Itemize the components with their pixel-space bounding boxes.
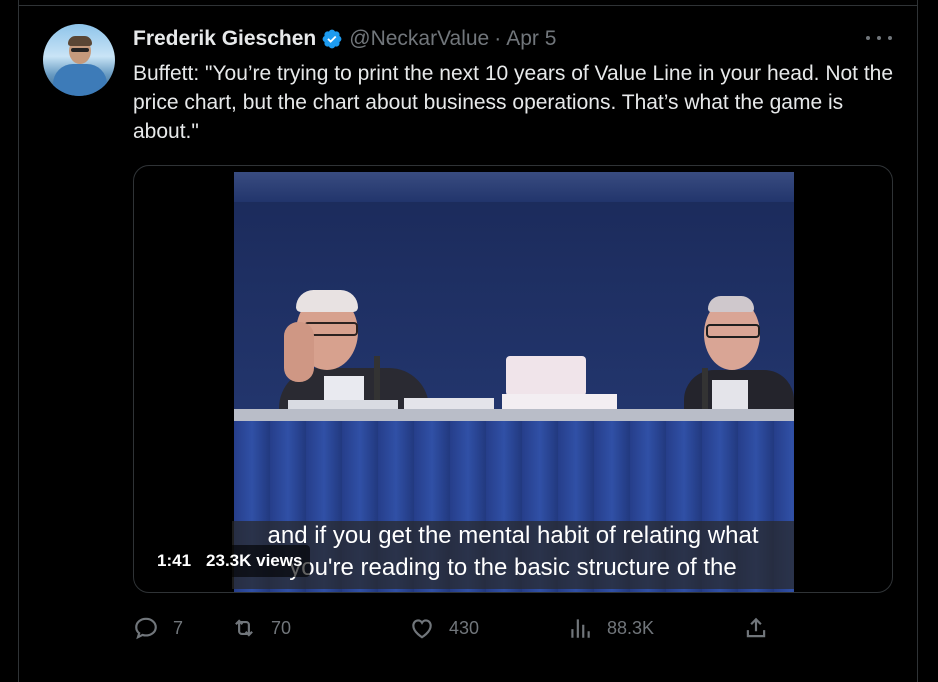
more-dot <box>877 36 881 40</box>
avatar[interactable] <box>43 24 115 96</box>
caption-line-1: and if you get the mental habit of relat… <box>267 522 759 549</box>
person-right-glasses <box>706 324 760 338</box>
avatar-body <box>53 64 107 96</box>
author-handle[interactable]: @NeckarValue <box>349 27 489 51</box>
video-views: 23.3K views <box>206 551 303 570</box>
video-info-badge: 1:41 23.3K views <box>149 545 311 577</box>
verified-badge-icon[interactable] <box>321 28 343 50</box>
timeline-left-border <box>18 0 19 682</box>
more-dot <box>888 36 892 40</box>
more-dot <box>866 36 870 40</box>
like-count: 430 <box>449 617 480 638</box>
desk-papers-right <box>502 394 617 410</box>
person-left-hand <box>284 322 314 382</box>
microphone-left <box>374 356 380 406</box>
reply-count: 7 <box>173 617 184 638</box>
reply-icon <box>135 617 157 640</box>
video-duration: 1:41 <box>157 551 192 570</box>
views-button[interactable]: 88.3K <box>567 613 654 643</box>
tweet-header: Frederik Gieschen @NeckarValue · Apr 5 <box>133 26 556 52</box>
analytics-icon <box>571 619 590 638</box>
views-count: 88.3K <box>607 617 655 638</box>
avatar-hair <box>68 36 92 46</box>
tweet-date[interactable]: Apr 5 <box>506 27 556 51</box>
heart-icon <box>412 619 432 639</box>
timeline-right-border <box>917 0 918 682</box>
microphone-right <box>702 368 708 412</box>
share-button[interactable] <box>743 613 769 643</box>
repost-count: 70 <box>271 617 292 638</box>
tweet-top-divider <box>18 5 918 6</box>
share-icon <box>746 617 766 638</box>
repost-button[interactable]: 70 <box>231 613 291 643</box>
reply-button[interactable]: 7 <box>133 613 183 643</box>
video-player[interactable]: and if you get the mental habit of relat… <box>133 165 893 593</box>
desk-tissue-box <box>506 356 586 396</box>
video-backdrop-top <box>234 172 794 202</box>
avatar-glasses <box>71 48 89 52</box>
header-separator: · <box>494 27 502 50</box>
person-left-hair <box>296 290 358 312</box>
person-right-hair <box>708 296 754 312</box>
author-name[interactable]: Frederik Gieschen <box>133 27 316 51</box>
caption-line-2: you're reading to the basic structure of… <box>289 554 737 581</box>
person-right-shirt <box>712 380 748 410</box>
repost-icon <box>235 619 253 637</box>
table-top <box>234 409 794 421</box>
like-button[interactable]: 430 <box>409 613 479 643</box>
tweet-actions: 7 70 430 88.3K <box>133 613 773 643</box>
more-icon[interactable] <box>866 30 892 46</box>
tweet-text: Buffett: "You’re trying to print the nex… <box>133 62 894 143</box>
